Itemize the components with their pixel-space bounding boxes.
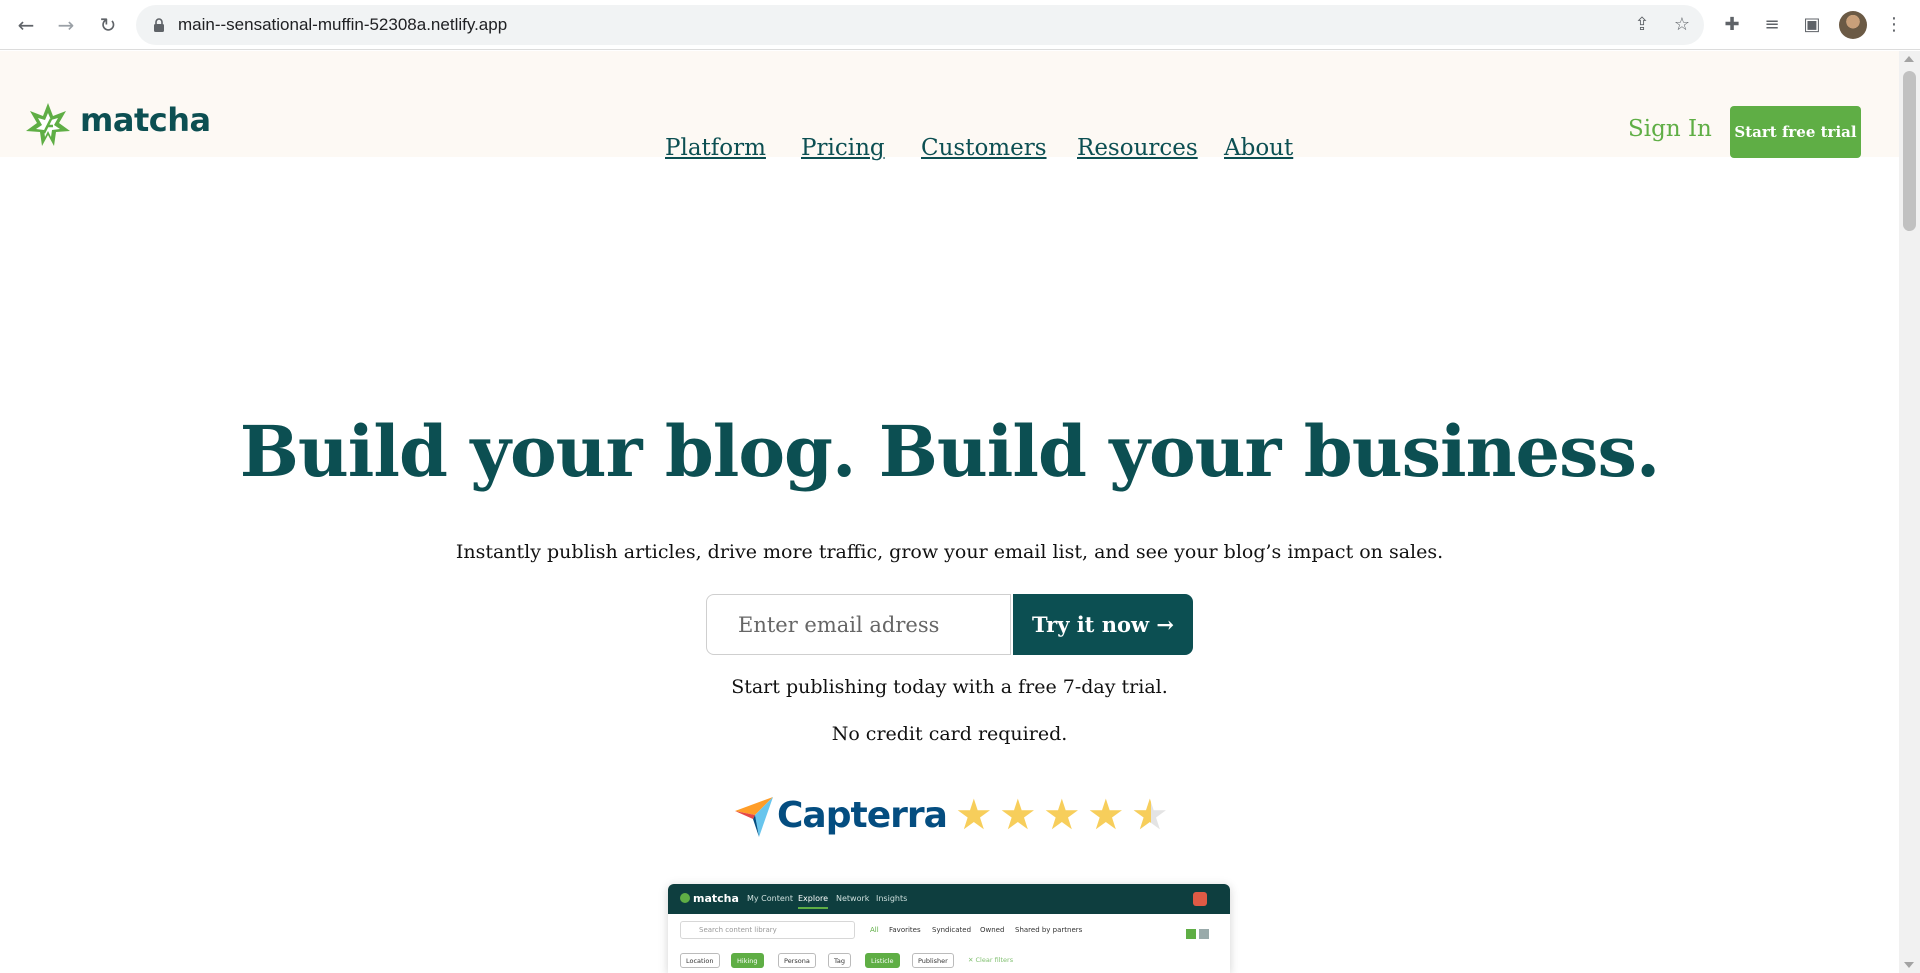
- matcha-leaf-icon: [680, 893, 690, 903]
- nav-about[interactable]: About: [1224, 135, 1293, 161]
- star-icon: ★: [955, 790, 993, 839]
- matcha-leaf-icon: [26, 103, 70, 146]
- preview-logo-text: matcha: [693, 892, 739, 905]
- preview-tab-explore: Explore: [798, 894, 829, 909]
- avatar[interactable]: [1839, 11, 1867, 39]
- preview-filter-syndicated: Syndicated: [932, 926, 972, 934]
- capterra-arrow-icon: [735, 797, 773, 837]
- star-icon: ★: [1043, 790, 1081, 839]
- start-free-trial-button[interactable]: Start free trial: [1730, 106, 1861, 158]
- extensions-puzzle-icon[interactable]: ✚: [1720, 13, 1744, 37]
- sign-in-link[interactable]: Sign In: [1628, 116, 1712, 142]
- capterra-wordmark: Capterra: [777, 795, 948, 836]
- preview-search: Search content library: [680, 921, 855, 939]
- email-input[interactable]: [706, 594, 1011, 655]
- forward-arrow-icon[interactable]: →: [54, 13, 78, 37]
- star-icon: ★: [999, 790, 1037, 839]
- browser-toolbar: ← → ↻ main--sensational-muffin-52308a.ne…: [0, 0, 1920, 50]
- app-preview: matcha My Content Explore Network Insigh…: [668, 884, 1230, 973]
- scroll-down-icon[interactable]: [1904, 962, 1914, 968]
- scroll-up-icon[interactable]: [1904, 56, 1914, 62]
- media-queue-icon[interactable]: ≡: [1760, 13, 1784, 37]
- preview-tab-my-content: My Content: [747, 894, 793, 903]
- preview-tab-network: Network: [836, 894, 870, 903]
- preview-filter-owned: Owned: [980, 926, 1005, 934]
- preview-tab-insights: Insights: [876, 894, 908, 903]
- page-scrollbar[interactable]: [1899, 51, 1920, 973]
- share-icon[interactable]: ⇪: [1632, 15, 1652, 35]
- preview-topbar: matcha My Content Explore Network Insigh…: [668, 884, 1230, 914]
- star-bookmark-icon[interactable]: ☆: [1672, 15, 1692, 35]
- preview-chip-publisher: Publisher: [912, 953, 954, 968]
- preview-logo: matcha: [680, 892, 739, 905]
- nav-resources[interactable]: Resources: [1077, 135, 1198, 161]
- page-viewport: matcha Platform Pricing Customers Resour…: [0, 51, 1899, 973]
- nav-customers[interactable]: Customers: [921, 135, 1047, 161]
- preview-chip-hiking: Hiking: [731, 953, 764, 968]
- capterra-logo: Capterra: [733, 793, 948, 839]
- star-icon: ★: [1087, 790, 1125, 839]
- preview-chip-tag: Tag: [828, 953, 852, 968]
- trial-note: Start publishing today with a free 7-day…: [731, 676, 1168, 698]
- try-it-now-button[interactable]: Try it now →: [1013, 594, 1193, 655]
- url-text[interactable]: main--sensational-muffin-52308a.netlify.…: [178, 15, 507, 35]
- address-bar[interactable]: main--sensational-muffin-52308a.netlify.…: [136, 5, 1704, 45]
- hero-title: Build your blog. Build your business.: [239, 410, 1661, 493]
- side-panel-icon[interactable]: ▣: [1800, 13, 1824, 37]
- preview-chip-location: Location: [680, 953, 720, 968]
- scrollbar-thumb[interactable]: [1903, 71, 1916, 231]
- preview-filter-favorites: Favorites: [889, 926, 921, 934]
- preview-alert-icon: [1193, 892, 1207, 906]
- preview-clear-filters: ✕ Clear filters: [968, 956, 1014, 964]
- preview-chip-persona: Persona: [778, 953, 816, 968]
- kebab-menu-icon[interactable]: ⋮: [1882, 13, 1906, 37]
- back-arrow-icon[interactable]: ←: [14, 13, 38, 37]
- site-logo[interactable]: matcha: [24, 101, 211, 149]
- hero-subtitle: Instantly publish articles, drive more t…: [455, 541, 1444, 563]
- nav-platform[interactable]: Platform: [665, 135, 766, 161]
- nav-pricing[interactable]: Pricing: [801, 135, 885, 161]
- lock-icon: [154, 18, 164, 32]
- reload-icon[interactable]: ↻: [96, 13, 120, 37]
- no-credit-card-note: No credit card required.: [831, 723, 1068, 745]
- logo-wordmark: matcha: [80, 101, 211, 139]
- preview-filter-shared: Shared by partners: [1015, 926, 1083, 934]
- preview-chip-listicle: Listicle: [865, 953, 900, 968]
- half-star-icon: ★ ★: [1131, 793, 1169, 837]
- preview-filter-all: All: [870, 926, 879, 934]
- preview-view-toggle: [1186, 924, 1214, 939]
